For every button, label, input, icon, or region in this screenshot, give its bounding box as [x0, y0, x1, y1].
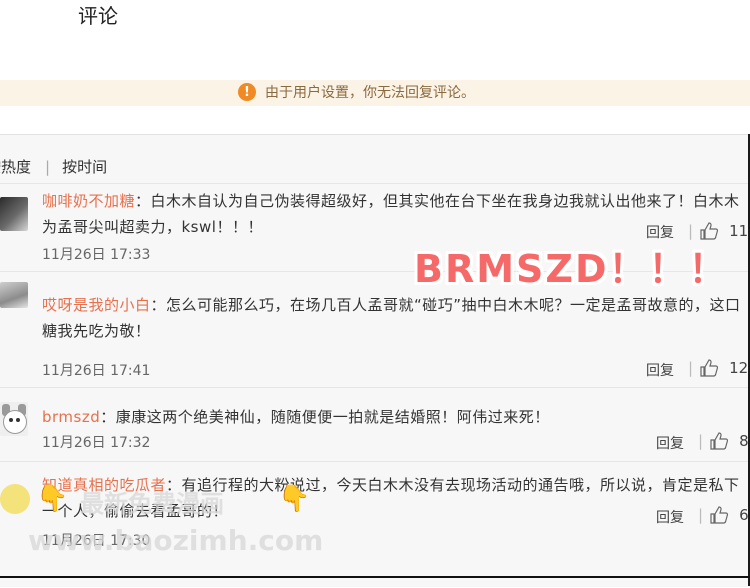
overlay-caption: BRMSZD！！！ [414, 247, 729, 291]
comment-time: 11月26日 17:32 [42, 435, 151, 451]
avatar[interactable] [0, 402, 28, 436]
avatar[interactable] [0, 197, 28, 231]
notice-bar: ! 由于用户设置，你无法回复评论。 [0, 80, 750, 106]
username[interactable]: 哎呀是我的小白 [42, 296, 151, 314]
tab-sort-hot[interactable]: 按热度 [0, 156, 31, 177]
frame-border [0, 576, 750, 578]
thumbs-up-icon [710, 506, 729, 524]
comment-text: 咖啡奶不加糖：白木木自认为自己伪装得超级好，但其实他在台下坐在我身边我就认出他来… [42, 188, 742, 240]
username[interactable]: brmszd [42, 408, 100, 426]
tab-separator: | [45, 157, 51, 176]
sort-tabs: 按热度 | 按时间 [0, 156, 107, 177]
reply-button[interactable]: 回复 [656, 433, 684, 453]
comment-text: 哎呀是我的小白：怎么可能那么巧，在场几百人孟哥就“碰巧”抽中白木木呢？一定是孟哥… [42, 292, 742, 344]
comment-content: ：康康这两个绝美神仙，随随便便一拍就是结婚照！阿伟过来死！ [100, 408, 550, 426]
notice-text: 由于用户设置，你无法回复评论。 [265, 85, 475, 101]
comment-time: 11月26日 17:41 [42, 363, 151, 379]
like-button[interactable]: | 6 [698, 506, 749, 524]
reply-button[interactable]: 回复 [646, 360, 674, 380]
like-button[interactable]: | 8 [698, 432, 749, 450]
comment-text: brmszd：康康这两个绝美神仙，随随便便一拍就是结婚照！阿伟过来死！ [42, 404, 742, 430]
avatar[interactable] [0, 282, 28, 308]
tab-sort-time[interactable]: 按时间 [62, 156, 107, 177]
comment-content: ：白木木自认为自己伪装得超级好，但其实他在台下坐在我身边我就认出他来了！白木木为… [42, 192, 740, 236]
pointing-hand-icon: 👇 [278, 484, 311, 514]
divider: | [698, 506, 704, 524]
watermark-title: 最新免费漫画 [80, 490, 224, 518]
username[interactable]: 咖啡奶不加糖 [42, 192, 135, 210]
comment-list: 按热度 | 按时间 咖啡奶不加糖：白木木自认为自己伪装得超级好，但其实他在台下坐… [0, 134, 750, 587]
comment-time: 11月26日 17:33 [42, 247, 151, 263]
reply-button[interactable]: 回复 [656, 507, 684, 527]
like-count: 11 [729, 222, 749, 240]
thumbs-up-icon [710, 432, 729, 450]
like-count: 12 [729, 359, 749, 377]
divider: | [698, 432, 704, 450]
like-button[interactable]: | 12 [688, 359, 748, 377]
page-title: 评论 [78, 4, 118, 28]
comment-item: brmszd：康康这两个绝美神仙，随随便便一拍就是结婚照！阿伟过来死！ 11月2… [0, 387, 750, 462]
warning-icon: ! [238, 83, 256, 101]
thumbs-up-icon [700, 359, 719, 377]
divider: | [688, 359, 694, 377]
avatar[interactable] [0, 484, 30, 514]
watermark-url: www.baozimh.com [28, 524, 324, 557]
pointing-hand-icon: 👇 [36, 484, 69, 514]
